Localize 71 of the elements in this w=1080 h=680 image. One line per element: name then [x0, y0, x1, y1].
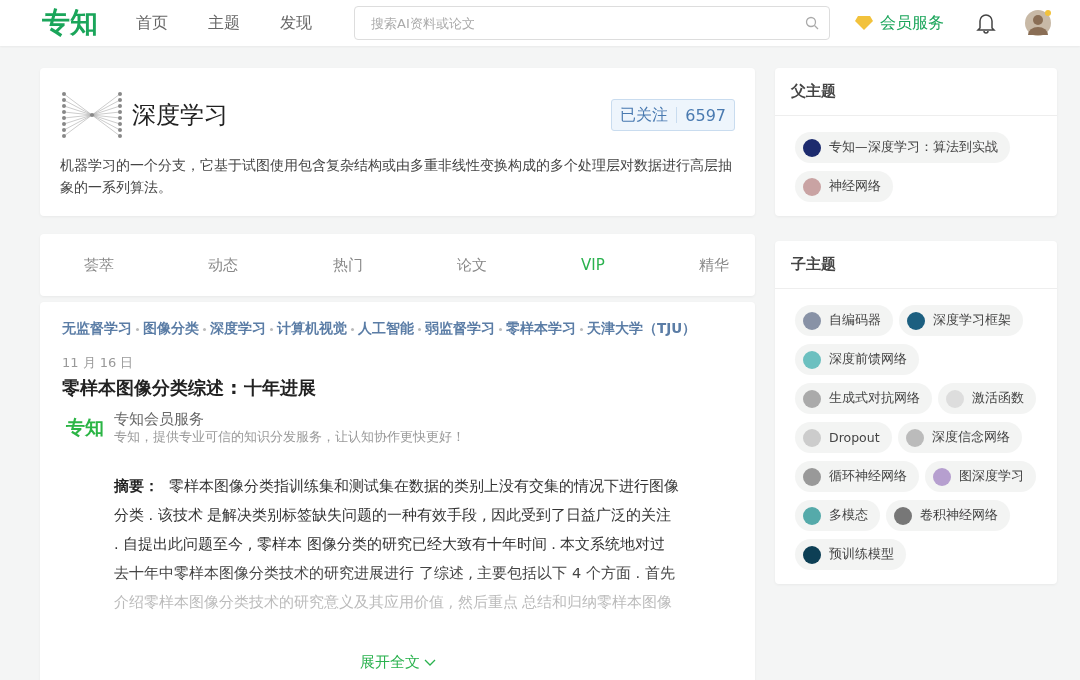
- search-input[interactable]: 搜索AI资料或论文: [369, 14, 805, 32]
- tag-link[interactable]: 人工智能: [358, 320, 414, 338]
- abstract-line: 介绍零样本图像分类技术的研究意义及其应用价值 , 然后重点 总结和归纳零样本图像: [114, 593, 673, 612]
- topic-chip[interactable]: 循环神经网络: [795, 461, 919, 492]
- tag-link[interactable]: 零样本学习: [506, 320, 576, 338]
- tag-link[interactable]: 天津大学（TJU）: [587, 320, 697, 338]
- topic-icon: [803, 467, 821, 486]
- topic-chip[interactable]: 多模态: [795, 500, 880, 531]
- topic-icon: [803, 311, 821, 330]
- tag-link[interactable]: 弱监督学习: [425, 320, 495, 338]
- topic-chip[interactable]: 深度信念网络: [897, 422, 1022, 453]
- tab[interactable]: 热门: [332, 255, 363, 275]
- vip-label: 会员服务: [880, 12, 944, 34]
- tab[interactable]: 精华: [699, 255, 729, 275]
- topic-icon: [803, 350, 821, 369]
- topic-chip[interactable]: 生成式对抗网络: [795, 383, 932, 414]
- search-icon: [805, 16, 819, 30]
- vip-link[interactable]: 会员服务: [854, 12, 944, 34]
- topic-icon: [907, 311, 925, 330]
- network-drawing: [60, 90, 124, 140]
- topic-icon: [803, 389, 821, 408]
- topic-icon: [803, 177, 821, 196]
- topic-chip[interactable]: 预训练模型: [795, 539, 906, 570]
- tag-link[interactable]: 无监督学习: [62, 320, 132, 338]
- search-field[interactable]: 搜索AI资料或论文: [354, 6, 830, 40]
- source-name[interactable]: 专知会员服务: [114, 410, 465, 429]
- panel-title: 父主题: [775, 68, 1057, 116]
- tab[interactable]: 论文: [456, 255, 487, 275]
- article-date: 11 月 16 日: [62, 354, 135, 372]
- tab[interactable]: 动态: [208, 255, 239, 275]
- follower-count: 6597: [685, 105, 726, 125]
- tab[interactable]: 荟萃: [84, 255, 114, 275]
- tag-link[interactable]: 深度学习: [210, 320, 266, 338]
- topic-title: 深度学习: [132, 100, 229, 131]
- follow-button[interactable]: 已关注 6597: [611, 99, 735, 131]
- topic-icon: [933, 467, 951, 486]
- topic-icon: [803, 545, 821, 564]
- nav-link[interactable]: 主题: [208, 12, 240, 34]
- diamond-icon: [854, 15, 874, 31]
- panel-title: 子主题: [775, 241, 1057, 289]
- source-logo: 专知: [66, 415, 104, 440]
- abstract-line: 零样本图像分类指训练集和测试集在数据的类别上没有交集的情况下进行图像: [169, 477, 679, 496]
- nav-link[interactable]: 发现: [280, 12, 312, 34]
- topic-description: 机器学习的一个分支，它基于试图使用包含复杂结构或由多重非线性变换构成的多个处理层对数据进行高层抽象的一系列算法。: [60, 156, 733, 197]
- tag-link[interactable]: 图像分类: [143, 320, 199, 338]
- topic-chip[interactable]: 卷积神经网络: [886, 500, 1010, 531]
- topic-chip[interactable]: 神经网络: [795, 171, 893, 202]
- source-slogan: 专知，提供专业可信的知识分发服务，让认知协作更快更好！: [114, 429, 465, 446]
- topic-chip[interactable]: 深度学习框架: [899, 305, 1023, 336]
- topic-chip[interactable]: 自编码器: [795, 305, 893, 336]
- topic-icon: [803, 428, 821, 447]
- bell-icon[interactable]: [976, 12, 996, 34]
- site-logo[interactable]: 专知: [42, 4, 98, 42]
- avatar-icon[interactable]: [1024, 9, 1052, 37]
- topic-icon: [803, 138, 821, 157]
- abstract-line: 分类 . 该技术 是解决类别标签缺失问题的一种有效手段 , 因此受到了日益广泛的关注: [114, 506, 672, 525]
- topic-icon: [905, 428, 924, 447]
- topic-chip[interactable]: 图深度学习: [925, 461, 1036, 492]
- abstract-label: 摘要：: [114, 477, 159, 496]
- topic-chip[interactable]: 深度前馈网络: [795, 344, 919, 375]
- topic-chip[interactable]: 专知—深度学习：算法到实战: [795, 132, 1010, 163]
- abstract-line: . 自提出此问题至今 , 零样本 图像分类的研究已经大致有十年时间 . 本文系统地对过: [114, 535, 666, 554]
- tag-link[interactable]: 计算机视觉: [277, 320, 347, 338]
- chevron-down-icon: [423, 658, 436, 667]
- topic-chip[interactable]: Dropout: [795, 422, 892, 453]
- topic-icon: [894, 506, 912, 525]
- topic-icon: [803, 506, 821, 525]
- abstract-line: 去十年中零样本图像分类技术的研究进展进行 了综述 , 主要包括以下 4 个方面 . 首先: [114, 564, 675, 583]
- topic-chip[interactable]: 激活函数: [938, 383, 1036, 414]
- nav-link[interactable]: 首页: [136, 12, 168, 34]
- article-title[interactable]: 零样本图像分类综述 : 十年进展: [62, 376, 733, 400]
